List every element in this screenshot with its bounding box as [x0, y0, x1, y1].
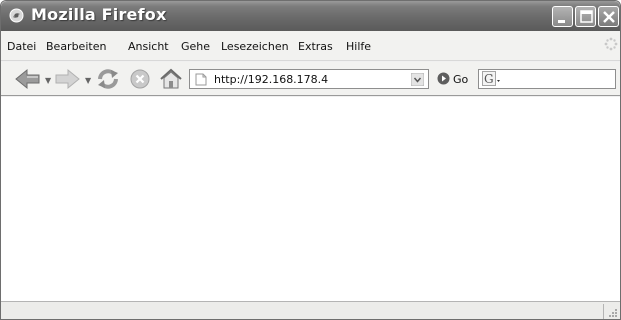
maximize-button[interactable] [575, 6, 596, 27]
search-bar[interactable]: G [478, 69, 616, 89]
title-bar[interactable]: Mozilla Firefox [1, 1, 620, 31]
browser-window: Mozilla Firefox Datei Bearbeiten Ansicht… [0, 0, 621, 320]
menu-item-gehe[interactable]: Gehe [181, 40, 210, 53]
menu-item-lesezeichen[interactable]: Lesezeichen [221, 40, 289, 53]
window-title: Mozilla Firefox [31, 5, 167, 24]
svg-text:G: G [484, 72, 494, 86]
firefox-logo-icon [9, 8, 24, 23]
minimize-button[interactable] [552, 6, 573, 27]
close-icon [603, 11, 615, 23]
go-button[interactable]: Go [453, 73, 468, 86]
back-arrow-icon[interactable] [15, 68, 41, 90]
home-icon[interactable] [159, 67, 183, 91]
throbber-icon [604, 37, 618, 51]
reload-icon[interactable] [96, 67, 120, 91]
stop-icon[interactable] [129, 68, 151, 90]
address-dropdown-icon[interactable] [411, 73, 424, 86]
menu-item-extras[interactable]: Extras [298, 40, 333, 53]
google-icon[interactable]: G [482, 71, 502, 87]
address-bar[interactable]: http://192.168.178.4 [189, 69, 429, 89]
address-text[interactable]: http://192.168.178.4 [214, 73, 328, 86]
menu-item-hilfe[interactable]: Hilfe [346, 40, 371, 53]
close-button[interactable] [598, 6, 619, 27]
page-icon [195, 73, 207, 86]
page-content-area[interactable] [1, 97, 620, 301]
back-dropdown-icon[interactable]: ▼ [45, 76, 51, 85]
menu-bar: Datei Bearbeiten Ansicht Gehe Lesezeiche… [1, 31, 620, 61]
resize-grip-icon[interactable] [607, 307, 618, 318]
forward-dropdown-icon[interactable]: ▼ [85, 76, 91, 85]
menu-item-bearbeiten[interactable]: Bearbeiten [46, 40, 106, 53]
forward-arrow-icon[interactable] [54, 68, 80, 90]
minimize-icon [558, 20, 565, 23]
maximize-icon [580, 10, 593, 23]
menu-item-ansicht[interactable]: Ansicht [128, 40, 169, 53]
menu-item-datei[interactable]: Datei [7, 40, 36, 53]
go-arrow-icon[interactable] [437, 72, 450, 85]
status-divider [603, 304, 604, 319]
status-bar [1, 301, 620, 319]
